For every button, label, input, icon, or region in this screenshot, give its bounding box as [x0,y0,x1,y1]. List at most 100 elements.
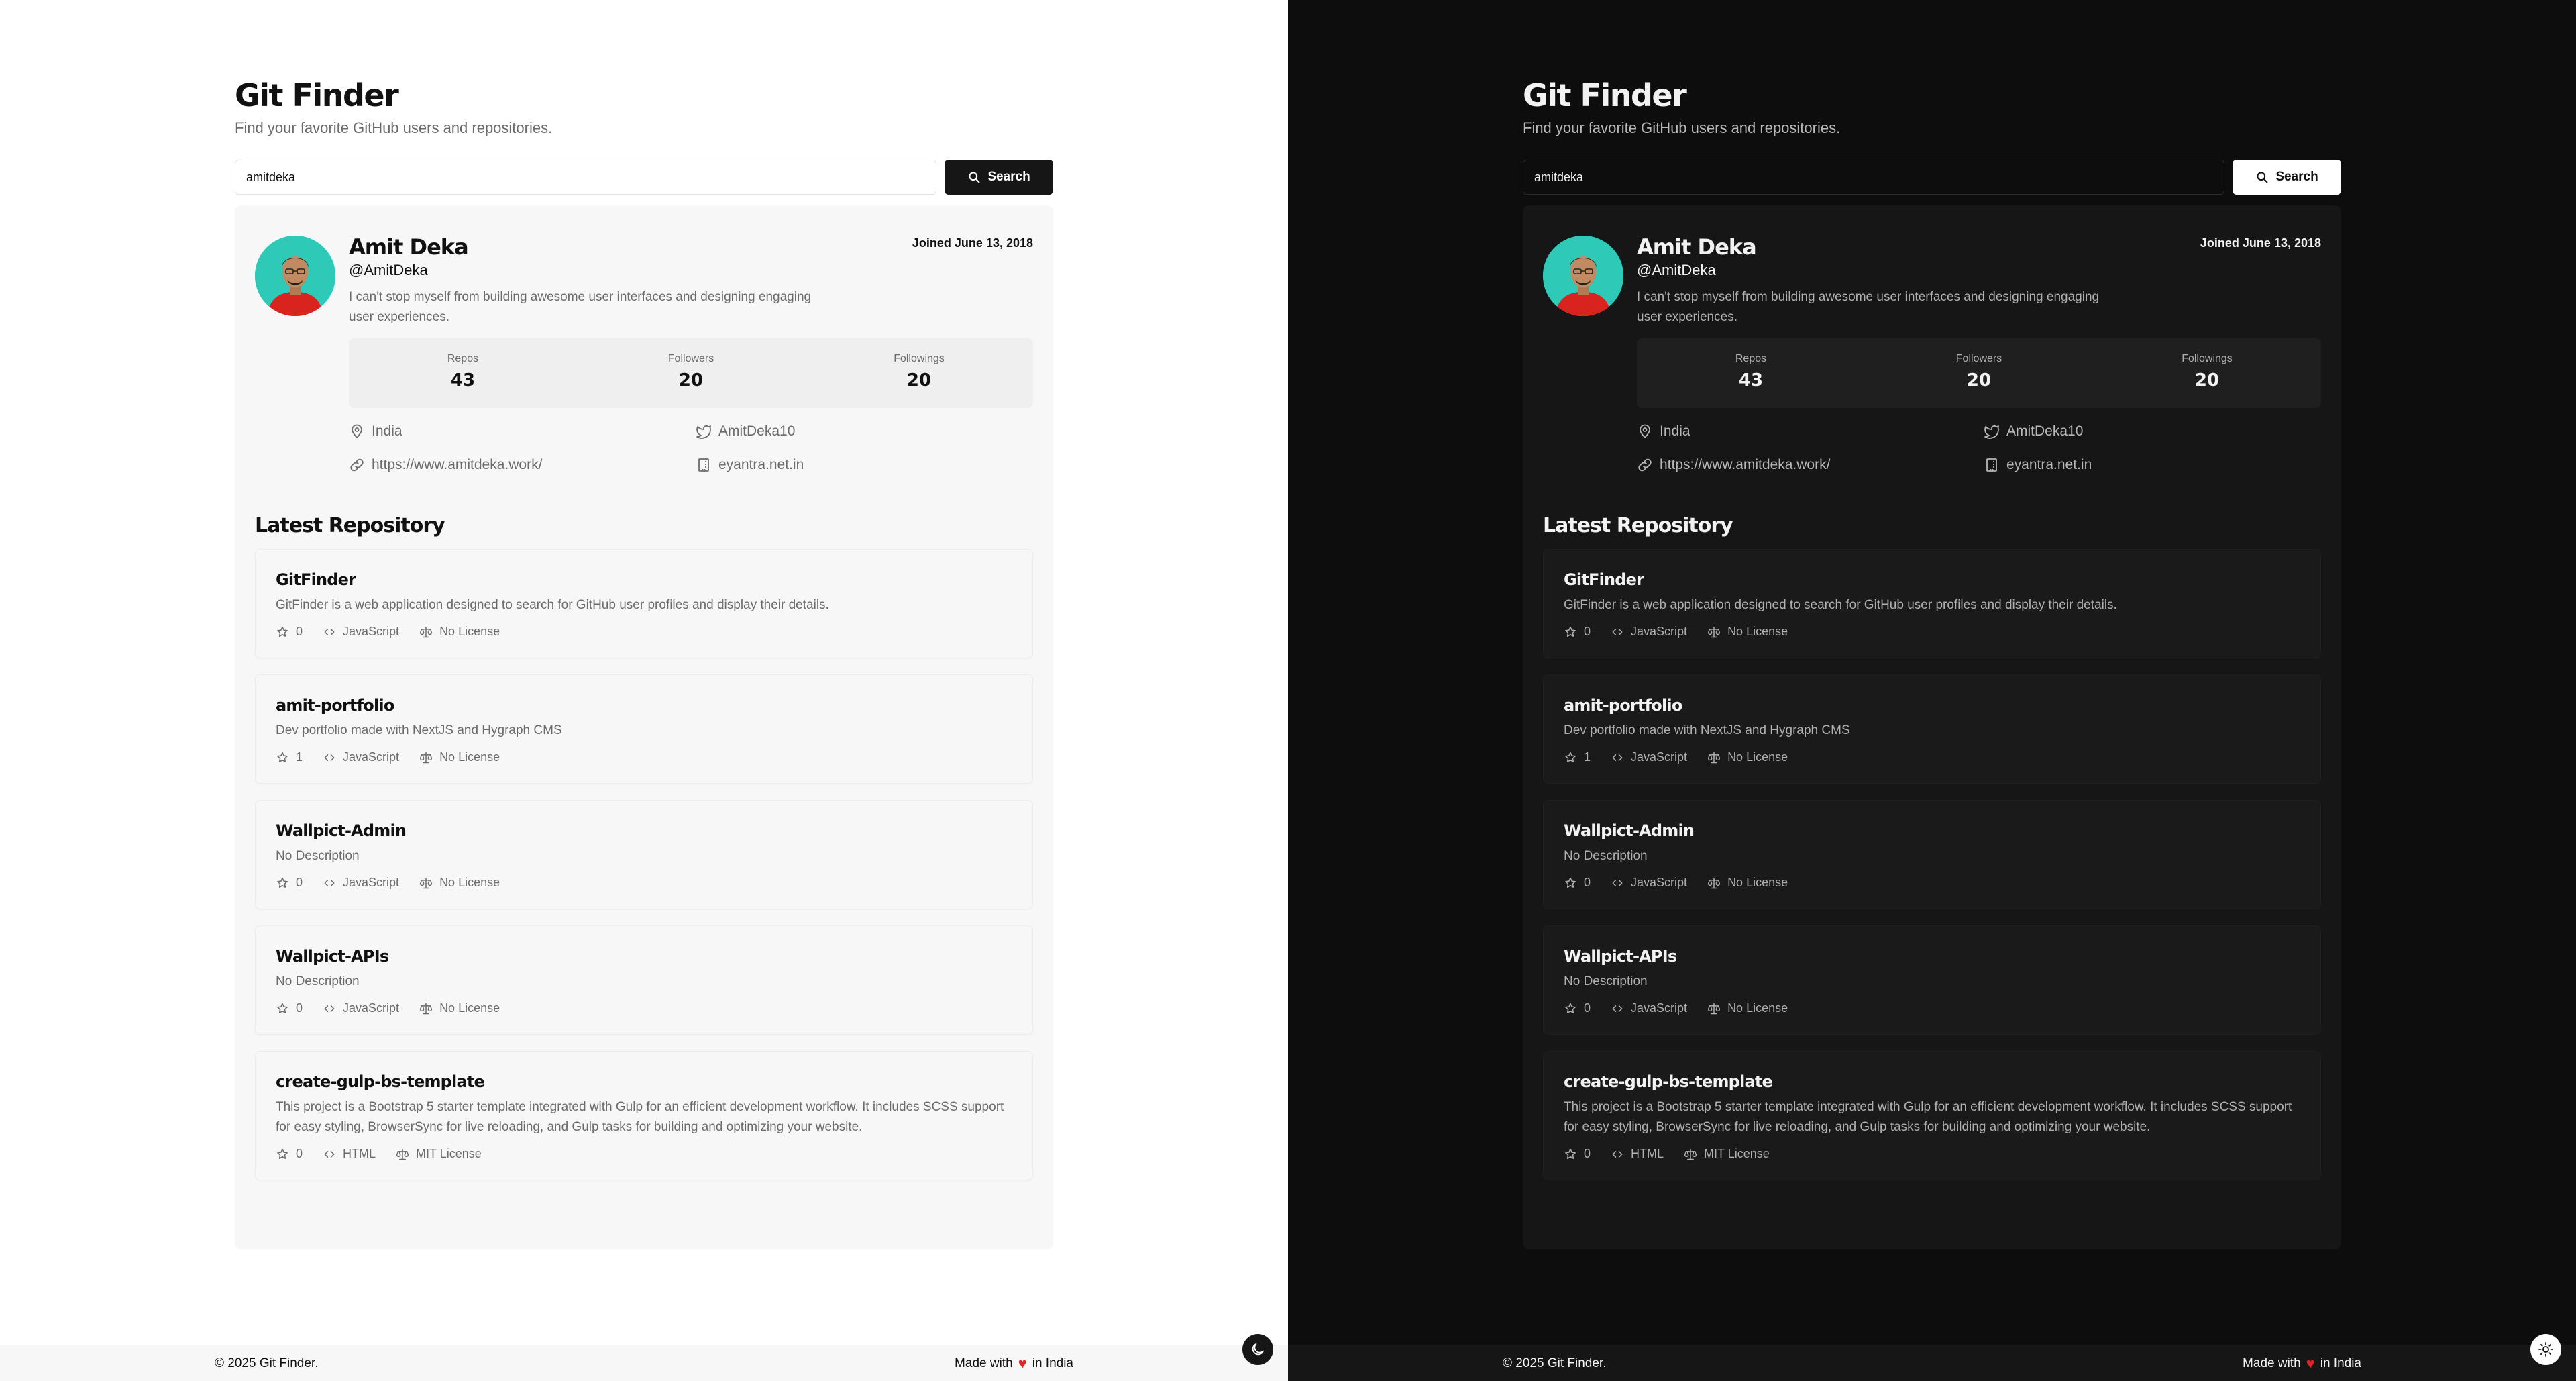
search-input[interactable] [235,160,936,195]
avatar [1543,236,1623,316]
repo-description: No Description [276,974,360,988]
repo-name: Wallpict-Admin [276,821,407,840]
page-subtitle: Find your favorite GitHub users and repo… [235,119,553,136]
repo-meta: 0 JavaScript No License [1564,876,2300,890]
stars-count: 0 [1584,876,1591,889]
section-title: Latest Repository [255,514,445,538]
location-text: India [1660,423,1690,439]
search-button[interactable]: Search [2233,160,2341,195]
info-website[interactable]: https://www.amitdeka.work/ [1637,456,1984,474]
repo-card[interactable]: GitFinder GitFinder is a web application… [255,549,1033,658]
building-icon [1984,457,2000,473]
profile-handle[interactable]: @AmitDeka [349,260,1033,280]
profile-stats: Repos 43 Followers 20 Followings 20 [1637,338,2321,408]
scale-icon [419,1002,433,1015]
search-icon [2255,170,2269,184]
stat-label: Followers [667,353,714,364]
avatar [255,236,335,316]
stat-repos: Repos 43 [349,338,577,408]
code-icon [323,625,336,639]
stars-count: 0 [296,625,303,638]
repo-name: Wallpict-APIs [276,947,389,966]
search-bar: Search [1523,160,2341,195]
language-text: JavaScript [1631,1001,1688,1015]
repo-description: No Description [276,849,360,863]
stars-count: 0 [1584,625,1591,638]
repo-list: GitFinder GitFinder is a web application… [1543,549,2321,1180]
repo-language: JavaScript [323,1001,399,1015]
repo-card[interactable]: Wallpict-Admin No Description 0 JavaScri… [255,800,1033,909]
footer-made-with: Made with ♥ in India [955,1356,1073,1371]
repo-description: No Description [1564,849,1648,863]
repo-language: JavaScript [1611,1001,1687,1015]
language-text: JavaScript [1631,625,1688,638]
star-icon [276,1002,289,1015]
made-with-prefix: Made with [2243,1356,2301,1370]
language-text: JavaScript [343,625,400,638]
repo-meta: 0 JavaScript No License [1564,625,2300,639]
repo-card[interactable]: create-gulp-bs-template This project is … [255,1051,1033,1180]
joined-date: Joined June 13, 2018 [912,236,1033,250]
star-icon [1564,876,1577,890]
stat-value: 20 [2194,370,2220,391]
star-icon [1564,625,1577,639]
repo-name: amit-portfolio [276,696,394,715]
star-icon [1564,1147,1577,1161]
stat-repos: Repos 43 [1637,338,1865,408]
heart-icon: ♥ [2306,1355,2315,1372]
repo-card[interactable]: create-gulp-bs-template This project is … [1543,1051,2321,1180]
search-icon [967,170,981,184]
repo-description: Dev portfolio made with NextJS and Hygra… [1564,723,1850,737]
code-icon [323,1002,336,1015]
license-text: No License [1727,1001,1788,1015]
info-website[interactable]: https://www.amitdeka.work/ [349,456,696,474]
repo-language: JavaScript [1611,625,1687,639]
license-text: No License [439,1001,500,1015]
repo-card[interactable]: Wallpict-APIs No Description 0 JavaScrip… [1543,925,2321,1035]
company-text: eyantra.net.in [2006,457,2092,472]
theme-toggle-button[interactable] [2530,1334,2561,1365]
stat-followers: Followers 20 [577,338,805,408]
search-input[interactable] [1523,160,2224,195]
repo-name: create-gulp-bs-template [276,1072,485,1091]
search-button[interactable]: Search [945,160,1053,195]
profile-card: Amit Deka @AmitDeka I can't stop myself … [235,205,1053,1249]
profile-stats: Repos 43 Followers 20 Followings 20 [349,338,1033,408]
repo-license: No License [419,1001,500,1015]
repo-card[interactable]: Wallpict-Admin No Description 0 JavaScri… [1543,800,2321,909]
stat-followers: Followers 20 [1865,338,2093,408]
made-with-suffix: in India [1032,1356,1073,1370]
page-subtitle: Find your favorite GitHub users and repo… [1523,119,1841,136]
repo-name: Wallpict-Admin [1564,821,1695,840]
license-text: No License [439,876,500,889]
info-company: eyantra.net.in [696,456,1033,474]
code-icon [1611,625,1624,639]
location-text: India [372,423,402,439]
profile-handle[interactable]: @AmitDeka [1637,260,2321,280]
info-twitter[interactable]: AmitDeka10 [696,423,1033,440]
repo-card[interactable]: amit-portfolio Dev portfolio made with N… [1543,674,2321,784]
repo-meta: 0 JavaScript No License [276,625,1012,639]
code-icon [323,751,336,764]
repo-card[interactable]: Wallpict-APIs No Description 0 JavaScrip… [255,925,1033,1035]
star-icon [276,1147,289,1161]
made-with-prefix: Made with [955,1356,1013,1370]
stat-label: Repos [1735,353,1767,364]
repo-meta: 0 HTML MIT License [1564,1147,2300,1161]
language-text: JavaScript [343,876,400,889]
code-icon [1611,751,1624,764]
language-text: HTML [1631,1147,1664,1160]
repo-stars: 0 [276,1147,303,1161]
repo-card[interactable]: GitFinder GitFinder is a web application… [1543,549,2321,658]
license-text: No License [1727,876,1788,889]
language-text: JavaScript [1631,750,1688,764]
stars-count: 0 [296,876,303,889]
code-icon [1611,1147,1624,1161]
profile-info: India AmitDeka10 https://www.amitdeka.wo… [1637,423,2321,474]
repo-card[interactable]: amit-portfolio Dev portfolio made with N… [255,674,1033,784]
repo-stars: 0 [276,625,303,639]
language-text: JavaScript [343,750,400,764]
stars-count: 0 [296,1147,303,1160]
info-twitter[interactable]: AmitDeka10 [1984,423,2321,440]
theme-toggle-button[interactable] [1242,1334,1273,1365]
